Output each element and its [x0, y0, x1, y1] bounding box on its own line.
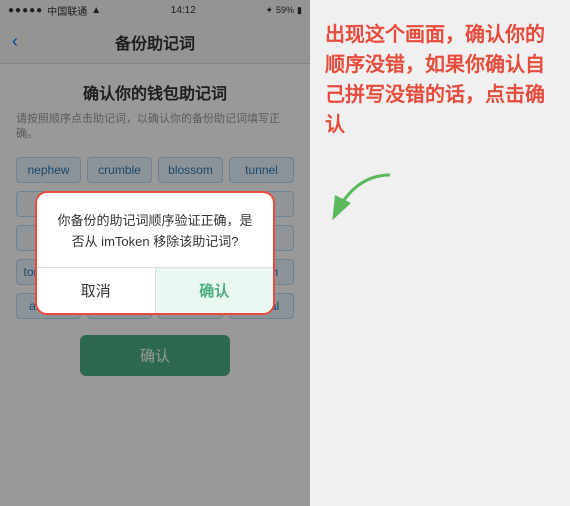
- dialog-overlay: 你备份的助记词顺序验证正确，是否从 imToken 移除该助记词? 取消 确认: [0, 0, 310, 506]
- dialog-confirm-button[interactable]: 确认: [156, 268, 274, 313]
- phone-screen: ●●●●● 中国联通 ▲ 14:12 ✦ 59% ▮ ‹ 备份助记词 确认你的钱…: [0, 0, 310, 506]
- dialog-message: 你备份的助记词顺序验证正确，是否从 imToken 移除该助记词?: [53, 211, 257, 253]
- arrow-icon: [325, 170, 405, 230]
- dialog-box: 你备份的助记词顺序验证正确，是否从 imToken 移除该助记词? 取消 确认: [35, 191, 275, 315]
- dialog-content: 你备份的助记词顺序验证正确，是否从 imToken 移除该助记词?: [37, 193, 273, 267]
- arrow-container: [325, 170, 405, 230]
- dialog-cancel-button[interactable]: 取消: [37, 268, 156, 313]
- dialog-buttons: 取消 确认: [37, 267, 273, 313]
- annotation-text: 出现这个画面，确认你的顺序没错，如果你确认自己拼写没错的话，点击确认: [325, 20, 560, 140]
- annotation-panel: 出现这个画面，确认你的顺序没错，如果你确认自己拼写没错的话，点击确认: [310, 0, 570, 506]
